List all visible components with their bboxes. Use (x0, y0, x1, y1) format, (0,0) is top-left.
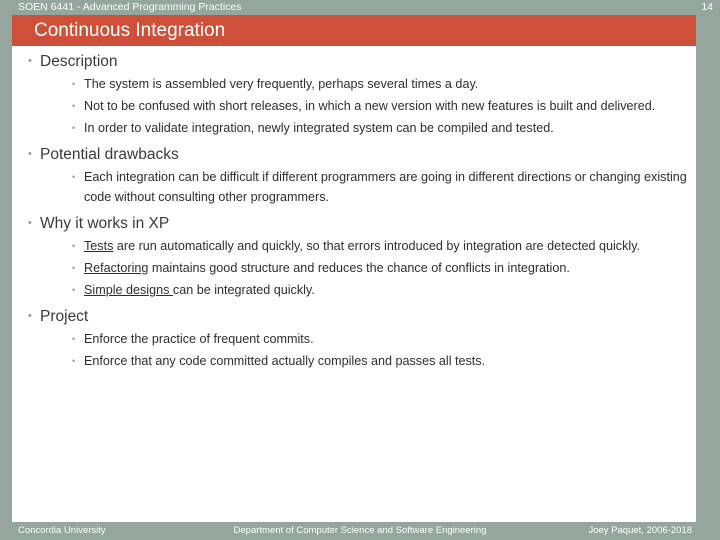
course-title: SOEN 6441 - Advanced Programming Practic… (18, 1, 242, 13)
footer-left-text: Concordia University (18, 525, 106, 536)
outline-group: • Project • Enforce the practice of frequen… (12, 305, 696, 371)
outline-item: • Not to be confused with short releases,… (12, 96, 696, 116)
outline-item-label: can be integrated quickly. (172, 283, 315, 297)
bullet-point-icon: • (72, 334, 76, 344)
content-outline: • Description • The system is assembled ver… (12, 50, 696, 371)
slide-header-bar: SOEN 6441 - Advanced Programming Practic… (0, 0, 720, 15)
page-number: 14 (701, 1, 713, 13)
outline-item: • The system is assembled very frequently… (12, 74, 696, 94)
bullet-point-icon: • (72, 79, 76, 89)
bullet-point-icon: • (72, 356, 76, 366)
outline-heading-label: Description (40, 53, 118, 70)
bullet-point-icon: • (72, 101, 76, 111)
slide-title: Continuous Integration (34, 20, 226, 41)
outline-item: • Simple designs can be integrated quickl… (12, 280, 696, 300)
outline-item-label: Enforce that any code committed actually… (84, 354, 486, 368)
outline-heading: • Why it works in XP (12, 212, 696, 235)
outline-item-label: Enforce the practice of frequent commits… (84, 332, 314, 346)
right-decorative-strip (696, 0, 720, 540)
outline-item: • Tests are run automatically and quickly… (12, 236, 696, 256)
slide: SOEN 6441 - Advanced Programming Practic… (0, 0, 720, 540)
bullet-point-icon: • (72, 263, 76, 273)
bullet-point-icon: • (28, 217, 32, 229)
outline-item-term: Simple designs (84, 283, 173, 297)
outline-item-label: In order to validate integration, newly … (84, 121, 554, 135)
outline-heading-label: Project (40, 308, 89, 325)
bullet-point-icon: • (72, 123, 76, 133)
outline-item: • Enforce the practice of frequent commit… (12, 329, 696, 349)
outline-heading-label: Why it works in XP (40, 215, 170, 232)
outline-item: • Each integration can be difficult if di… (12, 167, 696, 207)
outline-group: • Potential drawbacks • Each integration ca… (12, 143, 696, 207)
outline-heading: • Project (12, 305, 696, 328)
bullet-point-icon: • (72, 285, 76, 295)
bullet-point-icon: • (28, 55, 32, 67)
outline-group: • Why it works in XP • Tests are run automa… (12, 212, 696, 300)
outline-item-label: Not to be confused with short releases, … (84, 99, 656, 113)
bullet-point-icon: • (72, 241, 76, 251)
bullet-point-icon: • (72, 172, 76, 182)
footer-right-text: Joey Paquet, 2006-2018 (588, 525, 692, 536)
outline-item: • Enforce that any code committed actuall… (12, 351, 696, 371)
outline-item-term: Refactoring (84, 261, 149, 275)
outline-item-label: maintains good structure and reduces the… (148, 261, 570, 275)
outline-group: • Description • The system is assembled ver… (12, 50, 696, 138)
outline-heading: • Description (12, 50, 696, 73)
outline-item: • Refactoring maintains good structure an… (12, 258, 696, 278)
outline-item-label: The system is assembled very frequently,… (84, 77, 479, 91)
outline-item: • In order to validate integration, newly… (12, 118, 696, 138)
bullet-point-icon: • (28, 310, 32, 322)
outline-item-label: Each integration can be difficult if dif… (84, 170, 687, 204)
outline-item-term: Tests (84, 239, 114, 253)
slide-title-band: Continuous Integration (12, 15, 696, 46)
slide-body: • Description • The system is assembled ver… (12, 50, 696, 520)
slide-footer-bar: Department of Computer Science and Softw… (0, 522, 720, 540)
outline-heading-label: Potential drawbacks (40, 146, 179, 163)
outline-item-label: are run automatically and quickly, so th… (113, 239, 641, 253)
left-decorative-strip (0, 0, 12, 540)
outline-heading: • Potential drawbacks (12, 143, 696, 166)
bullet-point-icon: • (28, 148, 32, 160)
